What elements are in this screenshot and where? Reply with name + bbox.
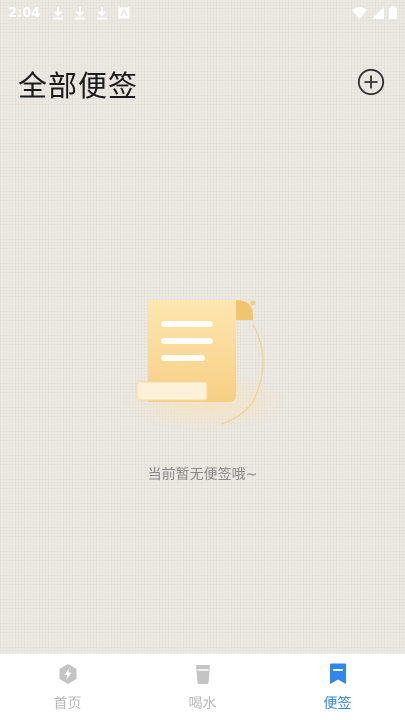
tab-label-water: 喝水 bbox=[188, 695, 217, 712]
download-icon bbox=[74, 6, 86, 20]
signal-icon bbox=[372, 4, 384, 23]
wifi-icon bbox=[352, 4, 367, 23]
header: 全部便签 bbox=[0, 56, 405, 112]
download-icon bbox=[52, 6, 64, 20]
tab-label-home: 首页 bbox=[53, 695, 82, 712]
download-icon bbox=[96, 6, 108, 20]
battery-icon bbox=[389, 4, 397, 23]
tab-notes[interactable]: 便签 bbox=[270, 654, 405, 720]
tab-water[interactable]: 喝水 bbox=[135, 654, 270, 720]
status-time: 2:04 bbox=[8, 5, 41, 21]
page-title: 全部便签 bbox=[18, 69, 139, 103]
status-bar: 2:04 bbox=[0, 0, 405, 26]
note-bookmark-icon bbox=[326, 662, 350, 690]
tab-home[interactable]: 首页 bbox=[0, 654, 135, 720]
scroll-paper-icon bbox=[113, 290, 293, 444]
empty-message: 当前暂无便签哦~ bbox=[147, 467, 258, 483]
notification-icons bbox=[52, 6, 130, 20]
empty-state: 当前暂无便签哦~ bbox=[0, 290, 405, 484]
plus-circle-icon bbox=[357, 68, 385, 100]
tab-bar: 首页 喝水 便签 bbox=[0, 653, 405, 720]
water-cup-icon bbox=[191, 662, 215, 690]
system-icons bbox=[352, 4, 397, 23]
tab-label-notes: 便签 bbox=[323, 695, 352, 712]
app-icon bbox=[118, 7, 130, 19]
home-bolt-icon bbox=[56, 662, 80, 690]
add-note-button[interactable] bbox=[355, 68, 387, 100]
